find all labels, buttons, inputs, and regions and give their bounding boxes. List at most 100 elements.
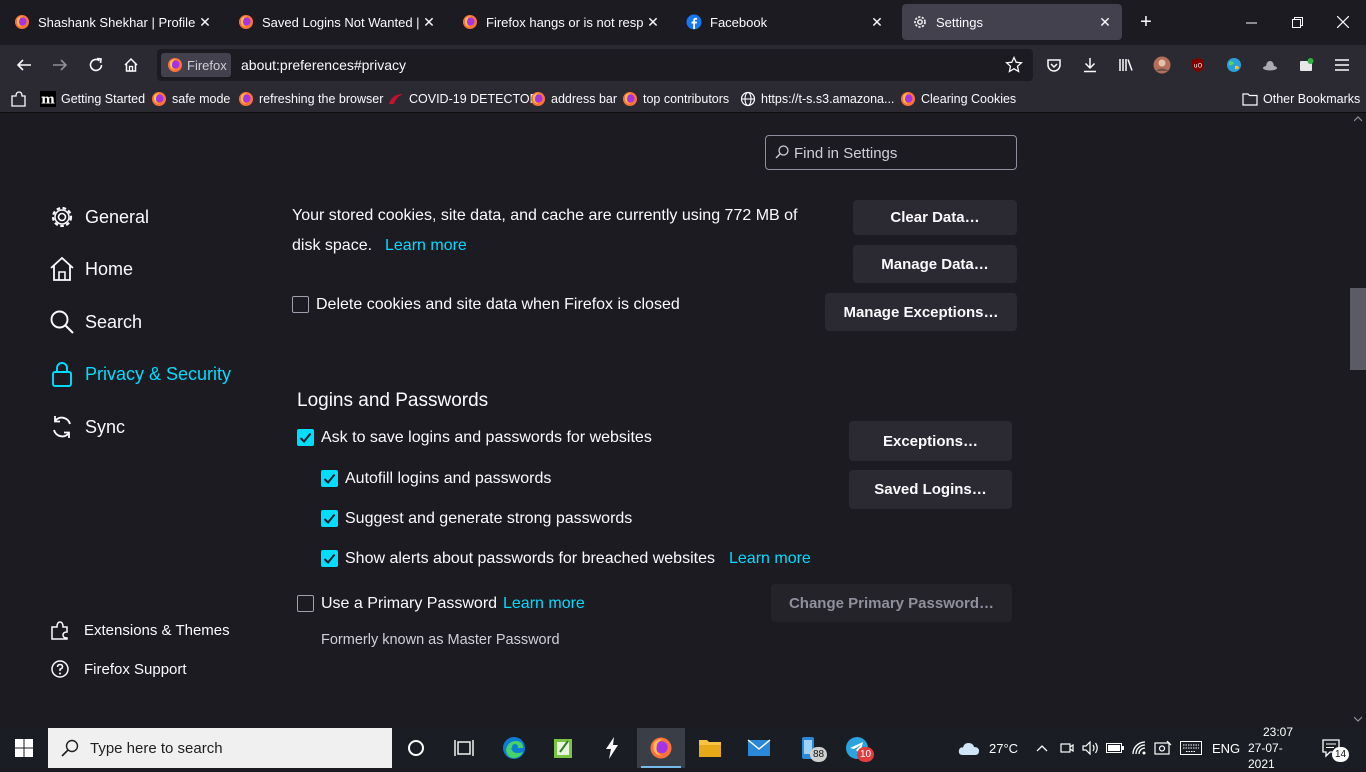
weather-widget[interactable]: 27°C	[958, 728, 1018, 768]
extension-hat-button[interactable]	[1254, 49, 1286, 81]
home-button[interactable]	[115, 49, 147, 81]
screen-capture-button[interactable]	[1154, 728, 1172, 768]
input-language[interactable]: ENG	[1212, 728, 1240, 768]
telegram-button[interactable]: 10	[833, 728, 881, 768]
cortana-button[interactable]	[392, 728, 440, 768]
close-icon[interactable]: ✕	[196, 13, 214, 31]
start-button[interactable]	[0, 728, 48, 768]
close-icon[interactable]: ✕	[1096, 13, 1114, 31]
new-tab-button[interactable]: +	[1134, 10, 1158, 34]
downloads-button[interactable]	[1074, 49, 1106, 81]
close-icon[interactable]: ✕	[868, 13, 886, 31]
bookmark-amazon-s3[interactable]: https://t-s.s3.amazona...	[740, 90, 894, 108]
bookmark-star-button[interactable]	[1005, 56, 1023, 74]
bookmark-address-bar[interactable]: address bar	[530, 90, 617, 108]
pocket-button[interactable]	[1038, 49, 1070, 81]
close-icon[interactable]: ✕	[420, 13, 438, 31]
import-bookmarks-button[interactable]	[10, 90, 28, 108]
bookmark-safe-mode[interactable]: safe mode	[151, 90, 230, 108]
bookmark-getting-started[interactable]: m Getting Started	[40, 90, 145, 108]
battery-indicator[interactable]	[1106, 728, 1124, 768]
manage-exceptions-button[interactable]: Manage Exceptions…	[825, 293, 1017, 331]
reload-button[interactable]	[80, 49, 112, 81]
scrollbar-track[interactable]	[1350, 114, 1366, 728]
action-center-button[interactable]: 14	[1322, 728, 1350, 768]
delete-cookies-checkbox[interactable]	[292, 296, 309, 313]
firefox-taskbar-button[interactable]	[637, 728, 685, 768]
tab-facebook[interactable]: Facebook ✕	[676, 4, 894, 40]
account-button[interactable]	[1146, 49, 1178, 81]
lightning-app-button[interactable]	[588, 728, 636, 768]
bookmark-top-contributors[interactable]: top contributors	[622, 90, 729, 108]
volume-button[interactable]	[1082, 728, 1100, 768]
other-bookmarks-folder[interactable]: Other Bookmarks	[1242, 90, 1360, 108]
bookmark-label: address bar	[551, 92, 618, 106]
category-privacy-security[interactable]: Privacy & Security	[48, 359, 231, 389]
url-bar[interactable]: Firefox about:preferences#privacy	[157, 49, 1033, 81]
breach-alerts-checkbox[interactable]	[321, 550, 338, 567]
library-button[interactable]	[1110, 49, 1142, 81]
forward-button[interactable]	[44, 49, 76, 81]
mail-button[interactable]	[735, 728, 783, 768]
category-general[interactable]: General	[48, 202, 149, 232]
extension-puzzle-button[interactable]	[1290, 49, 1322, 81]
file-explorer-button[interactable]	[686, 728, 734, 768]
phone-app-button[interactable]: 88	[784, 728, 832, 768]
delete-cookies-label[interactable]: Delete cookies and site data when Firefo…	[316, 296, 680, 314]
restore-button[interactable]	[1274, 0, 1320, 44]
bookmark-covid-detector[interactable]: COVID-19 DETECTOR	[388, 90, 539, 108]
close-window-button[interactable]	[1320, 0, 1366, 44]
cookies-learn-more-link[interactable]: Learn more	[385, 237, 467, 255]
category-home[interactable]: Home	[48, 254, 133, 284]
task-view-button[interactable]	[440, 728, 488, 768]
suggest-passwords-label[interactable]: Suggest and generate strong passwords	[345, 510, 632, 528]
edge-button[interactable]	[490, 728, 538, 768]
ask-to-save-label[interactable]: Ask to save logins and passwords for web…	[321, 429, 652, 447]
tab-firefox-hangs[interactable]: Firefox hangs or is not respondi ✕	[452, 4, 670, 40]
autofill-checkbox[interactable]	[321, 470, 338, 487]
notepad-app-button[interactable]	[539, 728, 587, 768]
extension-globe-button[interactable]	[1218, 49, 1250, 81]
show-hidden-icons-button[interactable]	[1036, 728, 1048, 768]
breach-alerts-label[interactable]: Show alerts about passwords for breached…	[345, 550, 715, 568]
menu-button[interactable]	[1326, 49, 1358, 81]
ask-to-save-checkbox[interactable]	[297, 429, 314, 446]
bookmark-clearing-cookies[interactable]: Clearing Cookies	[900, 90, 1016, 108]
taskbar-search-box[interactable]: Type here to search	[48, 728, 392, 768]
search-placeholder: Find in Settings	[794, 145, 898, 162]
scrollbar-thumb[interactable]	[1350, 288, 1366, 370]
primary-password-learn-more-link[interactable]: Learn more	[503, 595, 585, 613]
ublock-button[interactable]: uO	[1182, 49, 1214, 81]
bookmark-refreshing-browser[interactable]: refreshing the browser	[238, 90, 383, 108]
primary-password-checkbox[interactable]	[297, 595, 314, 612]
touch-keyboard-button[interactable]	[1180, 728, 1202, 768]
minimize-button[interactable]	[1228, 0, 1274, 44]
back-button[interactable]	[8, 49, 40, 81]
autofill-label[interactable]: Autofill logins and passwords	[345, 470, 551, 488]
tab-settings[interactable]: Settings ✕	[902, 4, 1122, 40]
primary-password-label[interactable]: Use a Primary Password	[321, 595, 497, 613]
close-icon[interactable]: ✕	[644, 13, 662, 31]
clear-data-button[interactable]: Clear Data…	[853, 200, 1017, 235]
find-in-settings-input[interactable]: Find in Settings	[765, 135, 1017, 170]
manage-data-button[interactable]: Manage Data…	[853, 245, 1017, 283]
tab-profile[interactable]: Shashank Shekhar | Profile | Mo ✕	[4, 4, 222, 40]
category-sync[interactable]: Sync	[48, 412, 125, 442]
meet-now-button[interactable]	[1060, 728, 1074, 768]
saved-logins-button[interactable]: Saved Logins…	[849, 470, 1012, 509]
category-search[interactable]: Search	[48, 307, 142, 337]
scroll-down-arrow-icon[interactable]	[1354, 716, 1362, 722]
identity-box[interactable]: Firefox	[161, 53, 231, 77]
network-button[interactable]	[1132, 728, 1148, 768]
tab-saved-logins[interactable]: Saved Logins Not Wanted | Firef ✕	[228, 4, 446, 40]
url-text[interactable]: about:preferences#privacy	[241, 57, 406, 73]
firefox-support-link[interactable]: Firefox Support	[50, 659, 187, 679]
login-exceptions-button[interactable]: Exceptions…	[849, 421, 1012, 461]
scroll-up-arrow-icon[interactable]	[1354, 116, 1362, 122]
suggest-passwords-checkbox[interactable]	[321, 510, 338, 527]
edge-icon	[503, 737, 525, 759]
extensions-themes-link[interactable]: Extensions & Themes	[50, 620, 230, 640]
clock[interactable]: 23:07 27-07-2021	[1248, 725, 1308, 771]
breach-alerts-learn-more-link[interactable]: Learn more	[729, 550, 811, 568]
tab-strip: Shashank Shekhar | Profile | Mo ✕ Saved …	[0, 0, 1366, 45]
